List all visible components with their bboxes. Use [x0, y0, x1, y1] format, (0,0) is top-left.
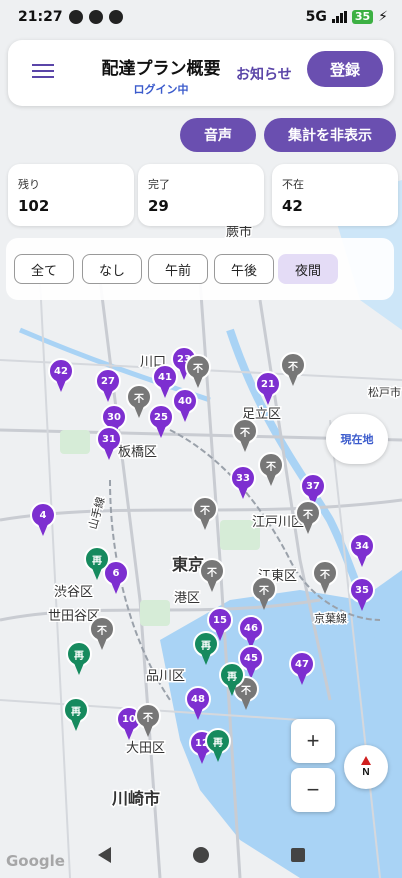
hamburger-icon[interactable] [32, 60, 54, 82]
signal-icon [331, 11, 347, 23]
absent-marker[interactable]: 不 [250, 576, 278, 612]
redelivery-marker[interactable]: 再 [204, 728, 232, 764]
zoom-in-button[interactable]: + [291, 719, 335, 763]
time-filter-bar: 全て なし 午前 午後 夜間 [6, 238, 394, 300]
system-nav-bar [0, 832, 402, 878]
charging-icon: ⚡ [378, 9, 388, 25]
place-label: 川崎市 [111, 789, 160, 808]
absent-marker[interactable]: 不 [311, 560, 339, 596]
stat-absent: 不在 42 [272, 164, 398, 226]
notice-link[interactable]: お知らせ [236, 64, 292, 84]
stat-label: 完了 [148, 178, 170, 191]
title-block: 配達プラン概要 ログイン中 [86, 54, 236, 97]
place-label: 港区 [174, 591, 200, 606]
absent-marker[interactable]: 不 [125, 384, 153, 420]
compass-needle-icon [361, 756, 371, 765]
absent-marker[interactable]: 不 [231, 418, 259, 454]
stat-value: 29 [148, 197, 169, 215]
redelivery-marker[interactable]: 再 [83, 546, 111, 582]
delivery-marker[interactable]: 31 [95, 426, 123, 462]
delivery-marker[interactable]: 27 [94, 368, 122, 404]
voice-button[interactable]: 音声 [180, 118, 256, 152]
place-label: 松戸市 [368, 385, 401, 399]
filter-night[interactable]: 夜間 [278, 254, 338, 284]
stat-completed: 完了 29 [138, 164, 264, 226]
delivery-marker[interactable]: 35 [348, 577, 376, 613]
stat-value: 42 [282, 197, 303, 215]
redelivery-marker[interactable]: 再 [192, 631, 220, 667]
register-button[interactable]: 登録 [307, 51, 383, 87]
absent-marker[interactable]: 不 [257, 452, 285, 488]
absent-marker[interactable]: 不 [279, 352, 307, 388]
page-title: 配達プラン概要 [101, 59, 221, 79]
redelivery-marker[interactable]: 再 [218, 662, 246, 698]
app-header: 配達プラン概要 ログイン中 お知らせ 登録 [8, 40, 394, 106]
stat-label: 残り [18, 178, 40, 191]
stat-label: 不在 [282, 178, 304, 191]
battery-icon: 35 [351, 10, 374, 24]
delivery-marker[interactable]: 21 [254, 371, 282, 407]
network-type: 5G [305, 9, 327, 25]
absent-marker[interactable]: 不 [198, 558, 226, 594]
place-label: 品川区 [146, 669, 185, 684]
notification-icon [88, 10, 103, 24]
delivery-marker[interactable]: 42 [47, 358, 75, 394]
notification-icon [108, 10, 123, 24]
compass-label: N [362, 767, 370, 778]
back-icon[interactable] [97, 847, 111, 863]
stat-value: 102 [18, 197, 50, 215]
notification-icon [68, 10, 83, 24]
hide-summary-button[interactable]: 集計を非表示 [264, 118, 396, 152]
place-label: 板橋区 [118, 445, 157, 460]
status-bar: 21:27 5G 35 ⚡ [0, 0, 402, 34]
recent-apps-icon[interactable] [290, 848, 305, 862]
home-icon[interactable] [192, 847, 209, 863]
delivery-marker[interactable]: 40 [171, 388, 199, 424]
filter-none[interactable]: なし [82, 254, 142, 284]
compass-button[interactable]: N [344, 745, 388, 789]
delivery-marker[interactable]: 4 [29, 502, 57, 538]
current-location-button[interactable]: 現在地 [326, 414, 388, 464]
delivery-marker[interactable]: 33 [229, 465, 257, 501]
redelivery-marker[interactable]: 再 [62, 697, 90, 733]
delivery-marker[interactable]: 48 [184, 686, 212, 722]
place-label: 京葉線 [314, 611, 347, 625]
filter-all[interactable]: 全て [14, 254, 74, 284]
absent-marker[interactable]: 不 [294, 500, 322, 536]
absent-marker[interactable]: 不 [191, 496, 219, 532]
stat-remaining: 残り 102 [8, 164, 134, 226]
place-label: 渋谷区 [54, 585, 93, 600]
zoom-out-button[interactable]: − [291, 768, 335, 812]
filter-morning[interactable]: 午前 [148, 254, 208, 284]
redelivery-marker[interactable]: 再 [65, 641, 93, 677]
delivery-marker[interactable]: 47 [288, 651, 316, 687]
place-label: 大田区 [126, 741, 165, 756]
status-time: 21:27 [18, 9, 63, 25]
absent-marker[interactable]: 不 [184, 354, 212, 390]
absent-marker[interactable]: 不 [134, 703, 162, 739]
login-status: ログイン中 [133, 83, 189, 96]
delivery-marker[interactable]: 34 [348, 533, 376, 569]
filter-afternoon[interactable]: 午後 [214, 254, 274, 284]
